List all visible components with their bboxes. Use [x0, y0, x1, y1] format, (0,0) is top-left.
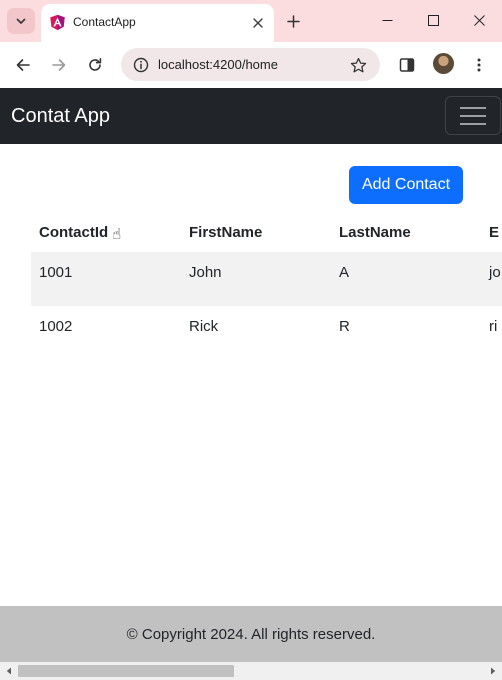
- cell-email: jo: [489, 264, 501, 281]
- profile-avatar[interactable]: [433, 53, 454, 74]
- new-tab-button[interactable]: [281, 8, 305, 34]
- angular-logo-icon: [50, 14, 65, 31]
- side-panel-button[interactable]: [393, 51, 421, 79]
- cell-contactid: 1001: [39, 264, 73, 281]
- minimize-button[interactable]: [364, 0, 410, 40]
- tab-title: ContactApp: [73, 15, 136, 29]
- app-navbar: Contat App: [0, 88, 502, 144]
- contacts-table: ContactId ☝ FirstName LastName E 1001 Joh…: [31, 213, 502, 360]
- info-icon: [133, 57, 148, 72]
- plus-icon: [286, 14, 300, 28]
- triangle-left-icon: [6, 667, 11, 675]
- browser-menu-button[interactable]: [465, 51, 493, 79]
- table-header-row: ContactId ☝ FirstName LastName E: [31, 213, 502, 252]
- browser-toolbar: localhost:4200/home: [0, 42, 502, 89]
- header-lastname: LastName: [339, 224, 411, 241]
- tab-strip: ContactApp: [0, 0, 502, 42]
- add-contact-button[interactable]: Add Contact: [349, 166, 463, 204]
- cell-contactid: 1002: [39, 318, 73, 335]
- cell-lastname: R: [339, 318, 350, 335]
- maximize-button[interactable]: [410, 0, 456, 40]
- header-firstname: FirstName: [189, 224, 263, 241]
- chevron-down-icon: [16, 18, 26, 24]
- site-info-button[interactable]: [130, 54, 151, 75]
- cell-firstname: Rick: [189, 318, 219, 335]
- copyright-text: © Copyright 2024. All rights reserved.: [126, 626, 376, 643]
- pointing-hand-icon: ☝: [112, 226, 122, 243]
- address-bar[interactable]: localhost:4200/home: [121, 48, 380, 81]
- reload-button[interactable]: [81, 51, 109, 79]
- horizontal-scrollbar[interactable]: [0, 662, 502, 680]
- arrow-left-icon: [16, 59, 30, 71]
- tab-close-button[interactable]: [247, 12, 269, 34]
- close-icon: [473, 14, 485, 26]
- browser-window: ContactApp localhost:4200/home Contat Ap…: [0, 0, 502, 680]
- tab-search-button[interactable]: [7, 8, 35, 34]
- header-contactid-label: ContactId: [39, 224, 109, 241]
- address-url: localhost:4200/home: [158, 57, 278, 72]
- back-button[interactable]: [9, 51, 37, 79]
- table-row: 1001 John A jo: [31, 252, 502, 306]
- navbar-toggler-button[interactable]: [445, 96, 501, 135]
- arrow-right-icon: [52, 59, 66, 71]
- cell-email: ri: [489, 318, 498, 335]
- triangle-right-icon: [491, 667, 496, 675]
- minimize-icon: [382, 19, 392, 21]
- table-row: 1002 Rick R ri: [31, 306, 502, 360]
- side-panel-icon: [399, 58, 415, 72]
- star-icon: [350, 57, 366, 72]
- header-email: E: [489, 224, 500, 241]
- navbar-brand[interactable]: Contat App: [11, 105, 110, 128]
- cell-lastname: A: [339, 264, 350, 281]
- kebab-menu-icon: [477, 58, 481, 72]
- header-contactid[interactable]: ContactId ☝: [39, 224, 121, 243]
- close-icon: [253, 18, 263, 28]
- scroll-left-button[interactable]: [1, 662, 17, 680]
- browser-tab[interactable]: ContactApp: [41, 4, 274, 42]
- page-footer: © Copyright 2024. All rights reserved.: [0, 606, 502, 662]
- cell-firstname: John: [189, 264, 222, 281]
- reload-icon: [89, 58, 102, 71]
- forward-button[interactable]: [45, 51, 73, 79]
- close-window-button[interactable]: [456, 0, 502, 40]
- maximize-icon: [427, 14, 439, 26]
- scrollbar-thumb[interactable]: [18, 665, 234, 677]
- bookmark-button[interactable]: [347, 54, 369, 76]
- scroll-right-button[interactable]: [485, 662, 501, 680]
